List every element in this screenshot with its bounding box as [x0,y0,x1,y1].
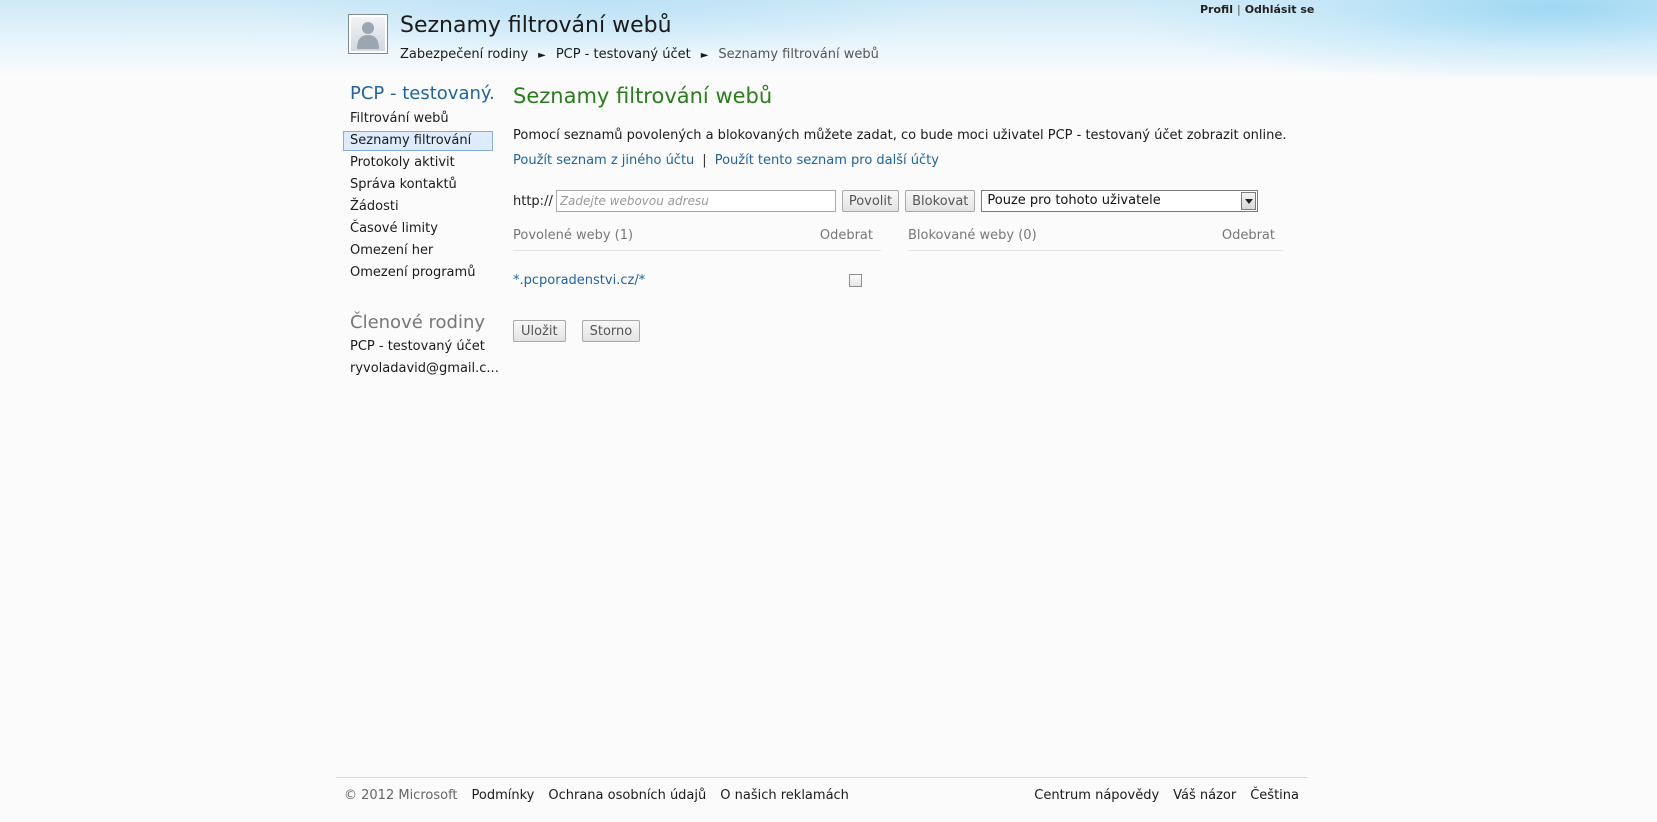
remove-site-checkbox[interactable] [849,274,862,287]
url-input[interactable] [555,190,836,212]
allowed-remove-column-label: Odebrat [819,228,873,243]
sidebar-item-requests[interactable]: Žádosti [343,196,493,218]
sidebar: PCP - testovaný... Filtrování webů Sezna… [343,82,499,380]
scope-select[interactable]: Pouze pro tohoto uživatele [981,190,1259,212]
allowed-sites-heading: Povolené weby (1) [513,228,634,243]
family-members-heading: Členové rodiny [350,312,486,333]
breadcrumb-current: Seznamy filtrování webů [718,47,879,62]
footer-ads-link[interactable]: O našich reklamách [720,788,849,803]
footer-language-link[interactable]: Čeština [1250,788,1299,803]
form-actions: Uložit Storno [513,320,656,342]
add-site-row: http:// Povolit Blokovat Pouze pro tohot… [513,190,1259,212]
sidebar-item-contacts[interactable]: Správa kontaktů [343,174,493,196]
use-other-account-list-link[interactable]: Použít seznam z jiného účtu [513,153,694,168]
blocked-sites-header: Blokované weby (0) Odebrat [908,228,1283,251]
description-text: Pomocí seznamů povolených a blokovaných … [513,128,1287,143]
family-member-item[interactable]: PCP - testovaný účet [343,336,493,358]
footer-left: © 2012 Microsoft Podmínky Ochrana osobních… [344,788,863,803]
footer: © 2012 Microsoft Podmínky Ochrana osobních… [336,777,1307,803]
family-member-item[interactable]: ryvoladavid@gmail.c... [343,358,499,380]
allow-button[interactable]: Povolit [841,190,900,212]
save-button[interactable]: Uložit [513,320,566,342]
copyright: © 2012 Microsoft [344,788,458,803]
cancel-button[interactable]: Storno [581,320,641,342]
section-title: Seznamy filtrování webů [513,84,773,108]
block-button[interactable]: Blokovat [905,190,976,212]
allowed-site-row: *.pcporadenstvi.cz/* [513,273,881,293]
footer-feedback-link[interactable]: Váš názor [1173,788,1236,803]
sidebar-account-heading[interactable]: PCP - testovaný... [343,82,493,108]
account-separator: | [1236,3,1241,16]
breadcrumb-arrow-icon: ► [538,50,546,61]
sidebar-item-game-restrictions[interactable]: Omezení her [343,240,493,262]
use-list-for-other-accounts-link[interactable]: Použít tento seznam pro další účty [715,153,939,168]
footer-terms-link[interactable]: Podmínky [472,788,535,803]
profile-link[interactable]: Profil [1200,3,1233,16]
sign-out-link[interactable]: Odhlásit se [1245,3,1315,16]
links-separator: | [702,153,707,168]
footer-right: Centrum nápovědy Váš názor Čeština [1020,788,1299,803]
sidebar-item-app-restrictions[interactable]: Omezení programů [343,262,493,284]
blocked-remove-column-label: Odebrat [1221,228,1275,243]
allowed-site-link[interactable]: *.pcporadenstvi.cz/* [513,273,645,288]
sidebar-item-web-filtering[interactable]: Filtrování webů [343,108,493,130]
allowed-sites-header: Povolené weby (1) Odebrat [513,228,881,251]
footer-help-link[interactable]: Centrum nápovědy [1034,788,1159,803]
url-prefix: http:// [513,193,553,209]
main-content: Seznamy filtrování webů Pomocí seznamů p… [513,80,1293,342]
sidebar-item-filter-lists[interactable]: Seznamy filtrování [343,131,493,151]
account-links: Profil | Odhlásit se [1200,3,1314,16]
page-title: Seznamy filtrování webů [400,13,672,38]
user-avatar-icon [348,14,388,54]
sidebar-item-time-limits[interactable]: Časové limity [343,218,493,240]
header-background [0,0,1657,78]
blocked-sites-heading: Blokované weby (0) [908,228,1037,243]
scope-select-value: Pouze pro tohoto uživatele [987,193,1161,208]
list-actions-links: Použít seznam z jiného účtu | Použít tento… [513,153,1293,171]
breadcrumb-account[interactable]: PCP - testovaný účet [556,47,691,62]
breadcrumb-arrow-icon: ► [700,50,709,61]
breadcrumb-family-safety[interactable]: Zabezpečení rodiny [400,47,528,62]
sidebar-item-activity-logs[interactable]: Protokoly aktivit [343,152,493,174]
chevron-down-icon[interactable] [1241,192,1257,210]
footer-privacy-link[interactable]: Ochrana osobních údajů [548,788,706,803]
breadcrumb: Zabezpečení rodiny ► PCP - testovaný účet ►… [400,47,879,62]
